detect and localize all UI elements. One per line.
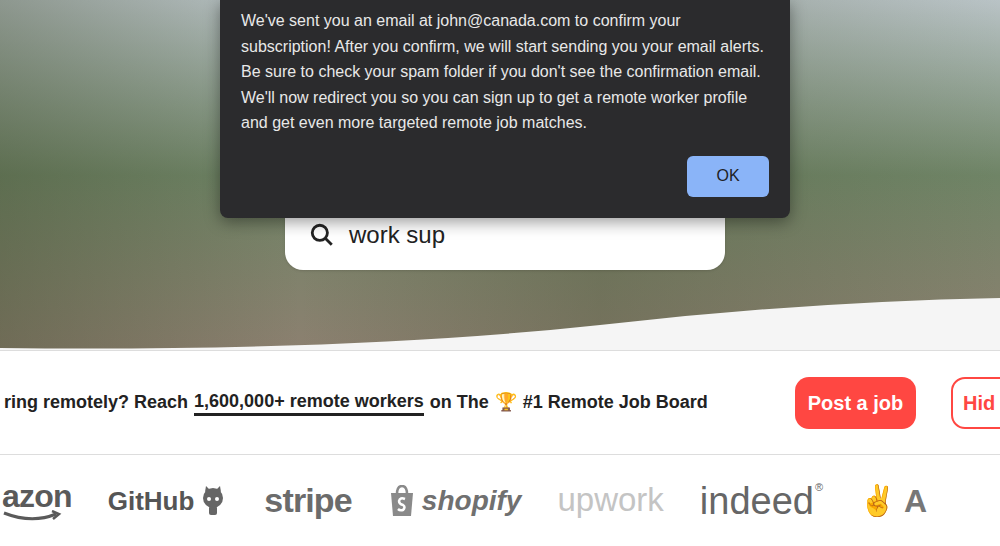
hiring-banner: ring remotely? Reach1,600,000+ remote wo… (0, 350, 1000, 455)
partial-logo: ✌A (859, 485, 927, 517)
trophy-icon: 🏆 (495, 389, 517, 416)
alert-dialog: We've sent you an email at john@canada.c… (220, 0, 790, 218)
octocat-icon (198, 486, 228, 516)
search-icon (309, 222, 335, 248)
post-job-button[interactable]: Post a job (795, 377, 916, 429)
hero: work sup We've sent you an email at john@… (0, 0, 1000, 350)
amazon-logo: azon (2, 480, 72, 522)
dialog-message: We've sent you an email at john@canada.c… (241, 8, 769, 136)
workers-link[interactable]: 1,600,000+ remote workers (194, 389, 424, 416)
page: work sup We've sent you an email at john@… (0, 0, 1000, 546)
smile-icon (2, 510, 62, 522)
upwork-logo: upwork (557, 483, 663, 518)
ok-button[interactable]: OK (687, 156, 769, 197)
indeed-logo: indeed® (700, 482, 823, 520)
hide-button[interactable]: Hid (951, 377, 1000, 429)
shopping-bag-icon (388, 485, 416, 517)
github-logo: GitHub (108, 486, 229, 516)
banner-text: ring remotely? Reach1,600,000+ remote wo… (4, 389, 760, 416)
shopify-logo: shopify (388, 485, 522, 517)
search-value[interactable]: work sup (349, 217, 445, 253)
peace-hand-icon: ✌ (859, 486, 896, 516)
stripe-logo: stripe (264, 483, 352, 519)
wave-shape (0, 290, 1000, 350)
logo-strip: azon GitHub stripe shopify upwork indeed® ✌A (0, 455, 1000, 546)
